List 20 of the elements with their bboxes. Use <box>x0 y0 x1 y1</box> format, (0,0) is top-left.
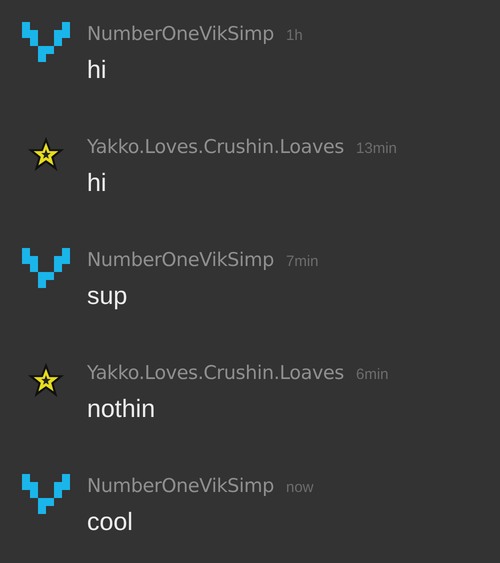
message-text: hi <box>87 168 108 198</box>
star-icon <box>26 361 64 399</box>
author-name: Yakko.Loves.Crushin.Loaves <box>87 135 344 160</box>
author-name: NumberOneVikSimp <box>87 474 274 499</box>
timestamp: 7min <box>286 252 318 272</box>
pixel-v-icon <box>22 474 70 514</box>
pixel-v-icon <box>22 22 70 62</box>
pixel-v-icon <box>22 248 70 288</box>
timestamp: 1h <box>286 26 303 46</box>
author-name: NumberOneVikSimp <box>87 248 274 273</box>
timestamp: now <box>286 478 314 498</box>
author-name: NumberOneVikSimp <box>87 22 274 47</box>
author-name: Yakko.Loves.Crushin.Loaves <box>87 361 344 386</box>
message-text: sup <box>87 280 128 312</box>
timestamp: 13min <box>356 139 397 159</box>
star-icon <box>26 135 64 173</box>
message-text: nothin <box>87 394 156 424</box>
message-text: hi <box>87 54 108 86</box>
timestamp: 6min <box>356 365 389 385</box>
message-text: cool <box>87 506 134 538</box>
